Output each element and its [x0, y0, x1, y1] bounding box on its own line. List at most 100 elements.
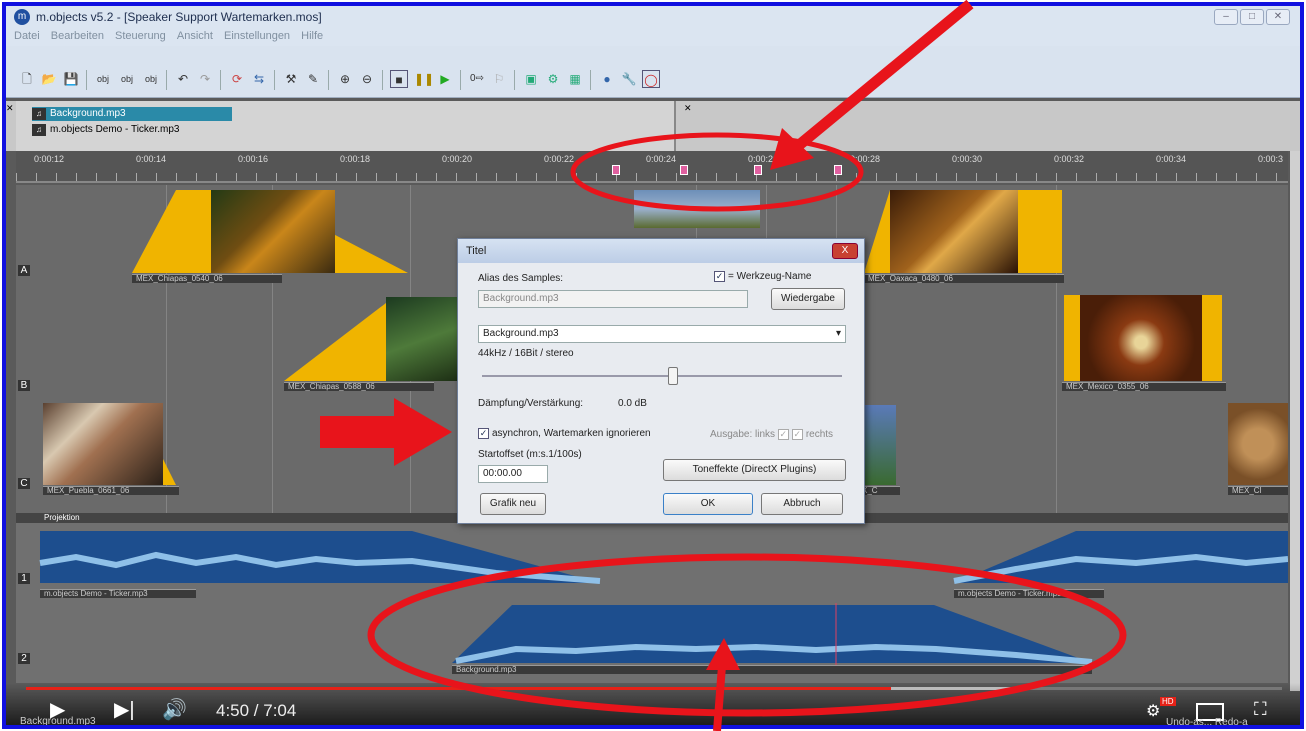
startoffset-field[interactable]: 00:00.00: [478, 465, 548, 483]
alias-field[interactable]: Background.mp3: [478, 290, 748, 308]
ruler-tick: [1036, 173, 1037, 181]
ruler-tick: [416, 173, 417, 181]
ruler-label: 0:00:28: [850, 154, 881, 164]
ruler-tick: [176, 173, 177, 181]
clip-landscape-image[interactable]: [634, 190, 760, 228]
attenuation-label: Dämpfung/Verstärkung:: [478, 398, 584, 409]
ruler-tick: [1256, 173, 1257, 181]
close-window-button[interactable]: ✕: [1266, 9, 1290, 25]
object-add-icon[interactable]: obj: [94, 70, 112, 88]
next-icon[interactable]: ▶|: [114, 697, 135, 722]
ruler-label: 0:00:24: [646, 154, 677, 164]
play-button[interactable]: Wiedergabe: [771, 288, 845, 310]
clip-forest-image[interactable]: [386, 297, 466, 381]
async-checkbox[interactable]: ✓ asynchron, Wartemarken ignorieren: [478, 428, 651, 439]
ruler-tick: [276, 173, 277, 181]
time-display: 4:50 / 7:04: [216, 701, 297, 720]
wait-marker[interactable]: [754, 165, 762, 175]
clip-label: MEX_Cl: [1228, 486, 1288, 495]
ruler-tick: [396, 173, 397, 181]
cancel-button[interactable]: Abbruch: [761, 493, 843, 515]
maximize-button[interactable]: □: [1240, 9, 1264, 25]
ruler-tick: [36, 173, 37, 181]
tool-name-checkbox[interactable]: ✓ = Werkzeug-Name: [714, 271, 811, 282]
clip-man-image[interactable]: [43, 403, 163, 485]
fullscreen-icon[interactable]: ⛶: [1254, 699, 1267, 720]
clip-altar-image[interactable]: [1080, 295, 1202, 381]
volume-slider-track[interactable]: [482, 375, 842, 377]
menu-steuerung[interactable]: Steuerung: [115, 30, 166, 42]
zoom-out-icon[interactable]: ⊖: [358, 70, 376, 88]
ruler-label: 0:00:14: [136, 154, 167, 164]
save-icon[interactable]: 💾: [62, 70, 80, 88]
sync-icon[interactable]: ⇆: [250, 70, 268, 88]
sample-item-ticker[interactable]: ♫ m.objects Demo - Ticker.mp3: [32, 123, 232, 137]
dialog-title: Titel: [458, 239, 864, 263]
ruler-tick: [576, 173, 577, 181]
pen-icon[interactable]: ✎: [304, 70, 322, 88]
clip-church-image[interactable]: [890, 190, 1018, 273]
ok-button[interactable]: OK: [663, 493, 753, 515]
object-edit-icon[interactable]: obj: [142, 70, 160, 88]
gear-icon[interactable]: ⚙: [544, 70, 562, 88]
close-panel-icon[interactable]: ✕: [684, 103, 692, 114]
ruler-tick: [496, 173, 497, 181]
effects-button[interactable]: Toneffekte (DirectX Plugins): [663, 459, 846, 481]
sample-item-background[interactable]: ♫ Background.mp3: [32, 107, 232, 121]
ruler-label: 0:00:22: [544, 154, 575, 164]
pause-icon[interactable]: ❚❚: [414, 70, 434, 88]
ruler-tick: [1116, 173, 1117, 181]
clip-label: MEX_Mexico_0355_06: [1062, 382, 1226, 391]
volume-icon[interactable]: 🔊: [162, 697, 187, 722]
hammer-icon[interactable]: ⚒: [282, 70, 300, 88]
timeline-ruler[interactable]: 0:00:12 0:00:14 0:00:16 0:00:18 0:00:20 0:00:…: [16, 151, 1288, 183]
undo-icon[interactable]: ↶: [174, 70, 192, 88]
bottom-left-label: Background.mp3: [20, 716, 96, 727]
mixer-icon[interactable]: ●: [598, 70, 616, 88]
clip-stone-image[interactable]: [1228, 403, 1288, 485]
toolbar: 🗋 📂 💾 obj obj obj ↶ ↷ ⟳ ⇆ ⚒ ✎ ⊕ ⊖ ■ ❚❚ ▶…: [6, 46, 1300, 98]
wait-marker[interactable]: [612, 165, 620, 175]
ruler-tick: [936, 173, 937, 181]
sample-select[interactable]: Background.mp3 ▾: [478, 325, 846, 343]
zoom-in-icon[interactable]: ⊕: [336, 70, 354, 88]
film-icon[interactable]: ▦: [566, 70, 584, 88]
ruler-tick: [1196, 173, 1197, 181]
menu-datei[interactable]: Datei: [14, 30, 40, 42]
audio-clip-label: m.objects Demo - Ticker.mp3: [954, 589, 1104, 598]
object-info-icon[interactable]: obj: [118, 70, 136, 88]
clip-flower-image[interactable]: [211, 190, 335, 273]
output-option[interactable]: Ausgabe: links ✓ ✓ rechts: [710, 429, 833, 440]
volume-slider-thumb[interactable]: [667, 367, 678, 385]
ruler-tick: [116, 173, 117, 181]
menu-einstellungen[interactable]: Einstellungen: [224, 30, 290, 42]
vertical-scrollbar[interactable]: [1290, 151, 1300, 691]
menu-bearbeiten[interactable]: Bearbeiten: [51, 30, 104, 42]
wait-marker[interactable]: [680, 165, 688, 175]
image-icon[interactable]: ▣: [522, 70, 540, 88]
redo-icon[interactable]: ↷: [196, 70, 214, 88]
dialog-close-button[interactable]: X: [832, 243, 858, 259]
menu-hilfe[interactable]: Hilfe: [301, 30, 323, 42]
music-note-icon: ♫: [32, 108, 46, 120]
ruler-tick: [716, 173, 717, 181]
stop-icon[interactable]: ■: [390, 70, 408, 88]
menu-ansicht[interactable]: Ansicht: [177, 30, 213, 42]
new-file-icon[interactable]: 🗋: [18, 70, 36, 88]
progress-bar[interactable]: [26, 687, 1282, 690]
ruler-tick: [956, 173, 957, 181]
graphic-new-button[interactable]: Grafik neu: [480, 493, 546, 515]
open-folder-icon[interactable]: 📂: [40, 70, 58, 88]
wrench-icon[interactable]: 🔧: [620, 70, 638, 88]
play-icon[interactable]: ▶: [436, 70, 454, 88]
zero-position-icon[interactable]: 0⇨: [468, 70, 486, 88]
marker-icon[interactable]: ⚐: [490, 70, 508, 88]
loop-icon[interactable]: ◯: [642, 70, 660, 88]
refresh-icon[interactable]: ⟳: [228, 70, 246, 88]
attenuation-value: 0.0 dB: [618, 398, 647, 409]
minimize-button[interactable]: –: [1214, 9, 1238, 25]
close-panel-icon[interactable]: ✕: [6, 103, 14, 114]
settings-gear-icon[interactable]: ⚙: [1146, 701, 1160, 721]
wait-marker[interactable]: [834, 165, 842, 175]
clip-label: MEX_Oaxaca_0480_06: [864, 274, 1064, 283]
